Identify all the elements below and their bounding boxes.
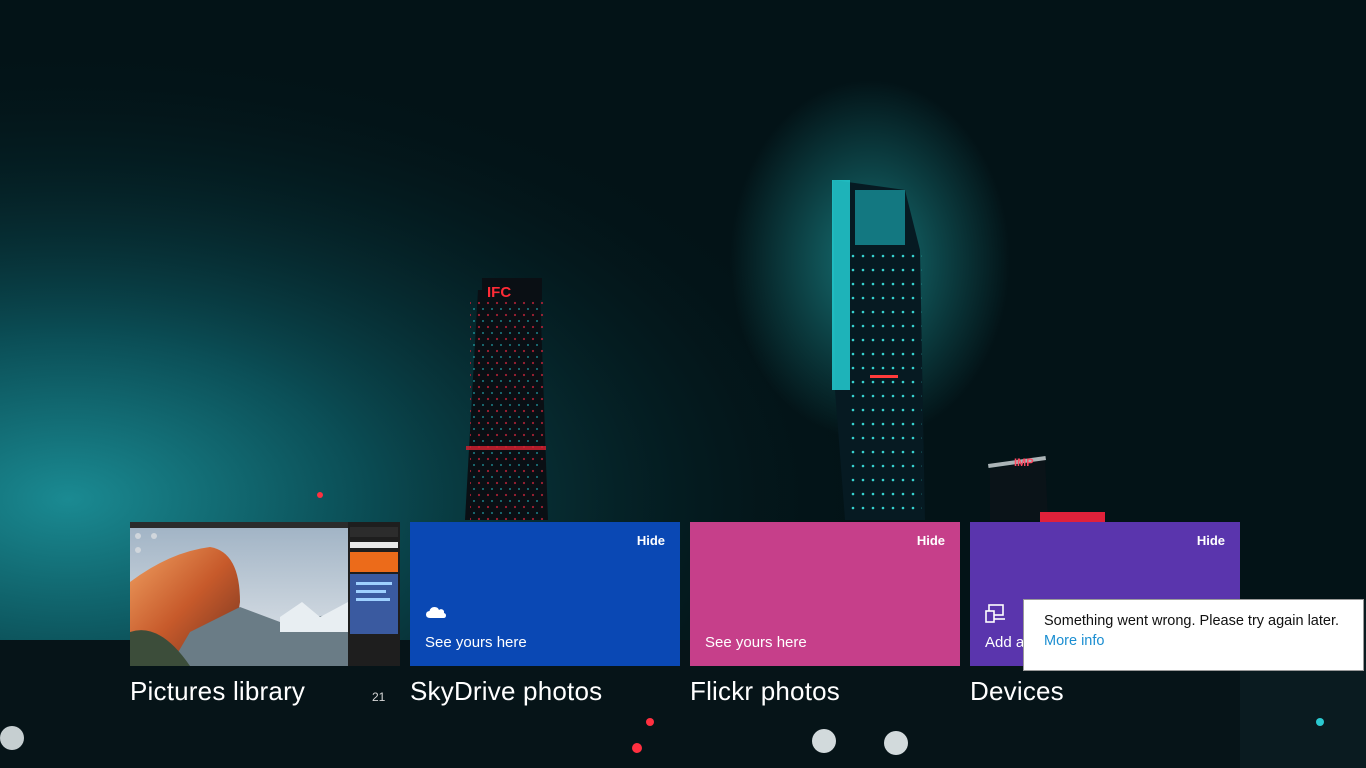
tile-body-text: See yours here	[425, 634, 527, 651]
hide-button[interactable]: Hide	[917, 533, 945, 548]
tile-body-text: Add a	[985, 634, 1025, 651]
toast-message: Something went wrong. Please try again l…	[1044, 613, 1339, 629]
skydrive-photos-tile[interactable]: Hide See yours here	[410, 522, 680, 666]
flickr-photos-caption[interactable]: Flickr photos	[690, 676, 840, 707]
pictures-library-thumbnail	[130, 522, 400, 666]
svg-text:IMP: IMP	[1014, 457, 1034, 469]
hide-button[interactable]: Hide	[637, 533, 665, 548]
pictures-count: 21	[372, 690, 386, 704]
hide-button[interactable]: Hide	[1197, 533, 1225, 548]
skydrive-photos-caption[interactable]: SkyDrive photos	[410, 676, 602, 707]
devices-icon	[985, 604, 1007, 624]
pictures-library-caption[interactable]: Pictures library	[130, 676, 305, 707]
more-info-link[interactable]: More info	[1044, 633, 1363, 649]
pictures-library-tile[interactable]	[130, 522, 400, 666]
tile-body-text: See yours here	[705, 634, 807, 651]
flickr-photos-tile[interactable]: Hide See yours here	[690, 522, 960, 666]
error-toast: Something went wrong. Please try again l…	[1023, 599, 1364, 671]
svg-text:IFC: IFC	[487, 284, 511, 301]
devices-caption[interactable]: Devices	[970, 676, 1064, 707]
cloud-icon	[425, 604, 447, 624]
